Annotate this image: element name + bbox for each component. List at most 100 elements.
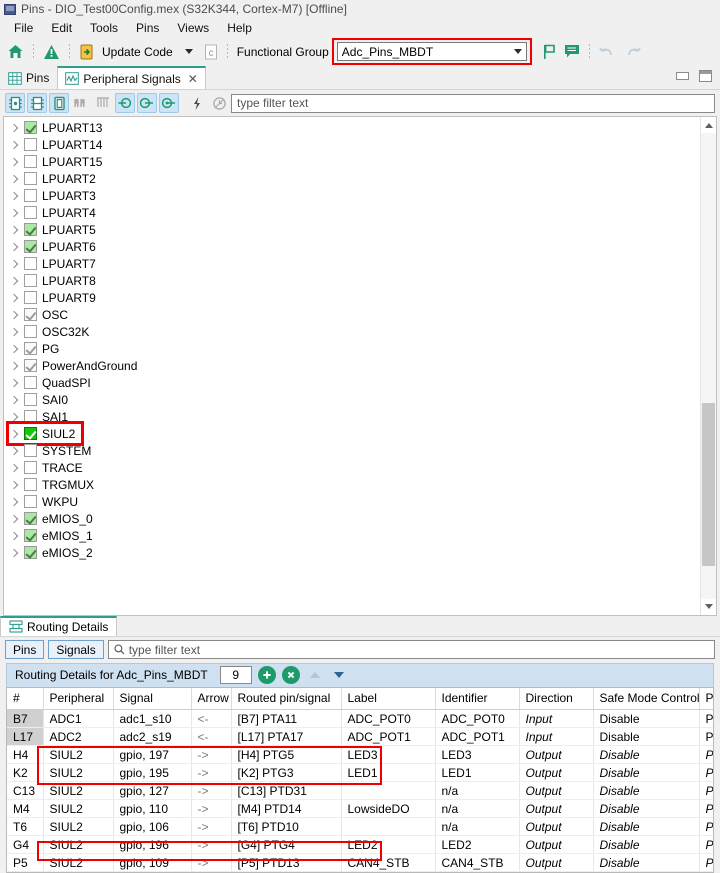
cell-direction[interactable]: Output bbox=[519, 799, 594, 818]
tree-item-lpuart5[interactable]: LPUART5 bbox=[4, 221, 700, 238]
cell-peripheral[interactable]: SIUL2 bbox=[43, 853, 114, 872]
tree-item-checkbox[interactable] bbox=[24, 189, 37, 202]
column-header-identifier[interactable]: Identifier bbox=[435, 687, 520, 710]
cell-pull[interactable]: Pull bbox=[699, 727, 713, 746]
table-row[interactable]: C13 SIUL2 gpio, 127 -> [C13] PTD31 n/a Output D… bbox=[7, 781, 713, 800]
cell-direction[interactable]: Output bbox=[519, 835, 594, 854]
tree-item-osc[interactable]: OSC bbox=[4, 306, 700, 323]
cell-safe[interactable]: Disable bbox=[593, 817, 700, 836]
tree-item-lpuart3[interactable]: LPUART3 bbox=[4, 187, 700, 204]
chevron-right-icon[interactable] bbox=[10, 310, 19, 319]
cell-identifier[interactable]: n/a bbox=[435, 781, 520, 800]
column-header-signal[interactable]: Signal bbox=[113, 687, 192, 710]
routing-count-input[interactable]: 9 bbox=[219, 666, 252, 684]
cell-arrow[interactable]: -> bbox=[191, 799, 232, 818]
chevron-right-icon[interactable] bbox=[10, 157, 19, 166]
cell-idx[interactable]: G4 bbox=[7, 835, 44, 854]
cell-idx[interactable]: P5 bbox=[7, 853, 44, 872]
cell-pull[interactable]: Pull bbox=[699, 853, 713, 872]
tree-item-checkbox[interactable] bbox=[24, 274, 37, 287]
tree-item-checkbox[interactable] bbox=[24, 529, 37, 542]
cell-safe[interactable]: Disable bbox=[593, 727, 700, 746]
tree-item-lpuart14[interactable]: LPUART14 bbox=[4, 136, 700, 153]
tree-item-checkbox[interactable] bbox=[24, 172, 37, 185]
cell-routed[interactable]: [C13] PTD31 bbox=[231, 781, 342, 800]
update-code-button[interactable] bbox=[76, 41, 97, 63]
cell-pull[interactable]: Pull bbox=[699, 817, 713, 836]
show-package-pins-button[interactable] bbox=[5, 93, 25, 113]
tree-item-checkbox[interactable] bbox=[24, 410, 37, 423]
tree-item-checkbox[interactable] bbox=[24, 240, 37, 253]
tree-item-sai1[interactable]: SAI1 bbox=[4, 408, 700, 425]
tree-item-lpuart13[interactable]: LPUART13 bbox=[4, 119, 700, 136]
tree-item-checkbox[interactable] bbox=[24, 393, 37, 406]
cell-routed[interactable]: [H4] PTG5 bbox=[231, 745, 342, 764]
cell-idx[interactable]: K2 bbox=[7, 763, 44, 782]
tree-item-lpuart7[interactable]: LPUART7 bbox=[4, 255, 700, 272]
tree-item-lpuart9[interactable]: LPUART9 bbox=[4, 289, 700, 306]
cell-routed[interactable]: [K2] PTG3 bbox=[231, 763, 342, 782]
cell-peripheral[interactable]: ADC2 bbox=[43, 727, 114, 746]
tree-item-checkbox[interactable] bbox=[24, 121, 37, 134]
column-header-label[interactable]: Label bbox=[341, 687, 436, 710]
cell-peripheral[interactable]: SIUL2 bbox=[43, 763, 114, 782]
close-icon[interactable]: ✕ bbox=[188, 72, 198, 86]
tree-item-osc32k[interactable]: OSC32K bbox=[4, 323, 700, 340]
cell-identifier[interactable]: ADC_POT1 bbox=[435, 727, 520, 746]
tree-item-lpuart2[interactable]: LPUART2 bbox=[4, 170, 700, 187]
cell-routed[interactable]: [M4] PTD14 bbox=[231, 799, 342, 818]
chevron-right-icon[interactable] bbox=[10, 140, 19, 149]
cell-idx[interactable]: H4 bbox=[7, 745, 44, 764]
tree-item-trgmux[interactable]: TRGMUX bbox=[4, 476, 700, 493]
cell-label[interactable]: LowsideDO bbox=[341, 799, 436, 818]
cell-direction[interactable]: Output bbox=[519, 781, 594, 800]
cell-safe[interactable]: Disable bbox=[593, 745, 700, 764]
table-row[interactable]: L17 ADC2 adc2_s19 <- [L17] PTA17 ADC_POT1 ADC_… bbox=[7, 727, 713, 746]
cell-signal[interactable]: gpio, 127 bbox=[113, 781, 192, 800]
chevron-right-icon[interactable] bbox=[10, 497, 19, 506]
cell-label[interactable]: LED3 bbox=[341, 745, 436, 764]
table-row[interactable]: K2 SIUL2 gpio, 195 -> [K2] PTG3 LED1 LED1 Outpu… bbox=[7, 763, 713, 782]
chevron-right-icon[interactable] bbox=[10, 344, 19, 353]
table-row[interactable]: M4 SIUL2 gpio, 110 -> [M4] PTD14 LowsideDO n/a… bbox=[7, 799, 713, 818]
chevron-right-icon[interactable] bbox=[10, 174, 19, 183]
cell-signal[interactable]: gpio, 197 bbox=[113, 745, 192, 764]
cell-arrow[interactable]: -> bbox=[191, 835, 232, 854]
cell-signal[interactable]: gpio, 195 bbox=[113, 763, 192, 782]
cell-label[interactable] bbox=[341, 817, 436, 836]
cell-peripheral[interactable]: SIUL2 bbox=[43, 799, 114, 818]
table-row[interactable]: B7 ADC1 adc1_s10 <- [B7] PTA11 ADC_POT0 ADC_PO… bbox=[7, 709, 713, 728]
tree-item-lpuart6[interactable]: LPUART6 bbox=[4, 238, 700, 255]
cell-pull[interactable]: Pull bbox=[699, 799, 713, 818]
cell-signal[interactable]: adc1_s10 bbox=[113, 709, 192, 728]
tree-item-checkbox[interactable] bbox=[24, 223, 37, 236]
cell-idx[interactable]: B7 bbox=[7, 709, 44, 728]
chevron-right-icon[interactable] bbox=[10, 191, 19, 200]
chevron-right-icon[interactable] bbox=[10, 395, 19, 404]
signals-filter-input[interactable]: type filter text bbox=[231, 93, 715, 113]
cell-peripheral[interactable]: SIUL2 bbox=[43, 835, 114, 854]
note-button[interactable] bbox=[561, 41, 583, 63]
cell-arrow[interactable]: <- bbox=[191, 727, 232, 746]
tree-item-lpuart4[interactable]: LPUART4 bbox=[4, 204, 700, 221]
chevron-right-icon[interactable] bbox=[10, 531, 19, 540]
tree-item-pg[interactable]: PG bbox=[4, 340, 700, 357]
scroll-up-button[interactable] bbox=[701, 117, 716, 133]
chevron-right-icon[interactable] bbox=[10, 293, 19, 302]
cell-signal[interactable]: gpio, 106 bbox=[113, 817, 192, 836]
undo-button[interactable] bbox=[596, 41, 619, 63]
menu-item-pins[interactable]: Pins bbox=[127, 20, 168, 36]
tree-item-emios_1[interactable]: eMIOS_1 bbox=[4, 527, 700, 544]
cell-direction[interactable]: Output bbox=[519, 745, 594, 764]
cell-identifier[interactable]: LED1 bbox=[435, 763, 520, 782]
column-header-routed-pin-signal[interactable]: Routed pin/signal bbox=[231, 687, 342, 710]
column-header-pull[interactable]: Pull bbox=[699, 687, 713, 710]
tree-item-checkbox[interactable] bbox=[24, 444, 37, 457]
tree-item-checkbox[interactable] bbox=[24, 359, 37, 372]
scroll-thumb[interactable] bbox=[702, 402, 715, 566]
routed-bidir-button[interactable] bbox=[159, 93, 179, 113]
cell-pull[interactable]: Pull bbox=[699, 781, 713, 800]
cell-arrow[interactable]: -> bbox=[191, 853, 232, 872]
tree-item-checkbox[interactable] bbox=[24, 546, 37, 559]
tab-pins[interactable]: Pins bbox=[0, 66, 57, 89]
